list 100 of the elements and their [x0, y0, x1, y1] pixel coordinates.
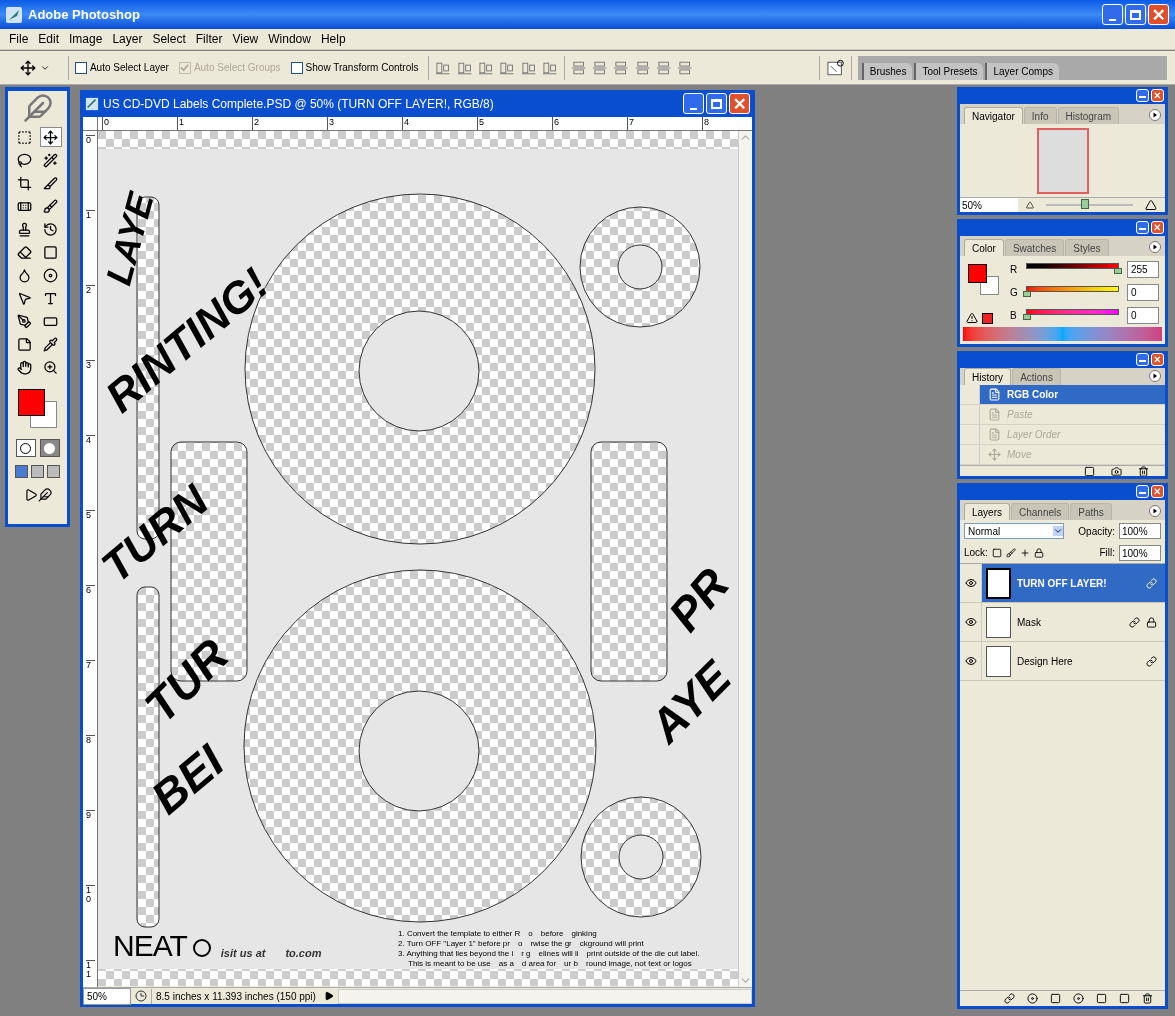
distribute-icon[interactable]: [677, 59, 693, 76]
visibility-eye-icon[interactable]: [964, 616, 977, 628]
move-tool-button[interactable]: [39, 127, 62, 147]
horizontal-scrollbar[interactable]: [337, 988, 752, 1004]
opacity-field[interactable]: 100%: [1119, 523, 1161, 539]
menu-item[interactable]: View: [227, 30, 264, 48]
instruction-text: ginking: [571, 929, 597, 939]
panel-tab[interactable]: Layers: [964, 503, 1010, 520]
panel-tab[interactable]: History: [964, 368, 1012, 385]
neato-logo: NEAT: [113, 931, 187, 961]
fill-field[interactable]: 100%: [1119, 544, 1161, 561]
zoom-slider-thumb[interactable]: [1081, 199, 1090, 209]
ruler-number: 8: [86, 735, 95, 745]
minimize-button[interactable]: [1102, 4, 1123, 25]
layer-row[interactable]: Design Here: [982, 642, 1165, 680]
color-swatches-icon[interactable]: [15, 387, 60, 431]
panel-tab[interactable]: Histogram: [1057, 107, 1120, 124]
menu-item[interactable]: Layer: [107, 30, 148, 48]
snapshot-icon[interactable]: [1111, 466, 1122, 476]
close-button[interactable]: [1151, 89, 1164, 102]
color-ramp[interactable]: [963, 327, 1162, 341]
close-button[interactable]: [1151, 221, 1164, 234]
zoom-in-icon[interactable]: [1145, 199, 1157, 211]
minimize-button[interactable]: [1136, 353, 1149, 366]
clone-stamp-icon: [17, 221, 32, 237]
lock-pixels-icon[interactable]: [1005, 547, 1016, 558]
visibility-eye-icon[interactable]: [964, 655, 977, 667]
lock-all-icon[interactable]: [1033, 547, 1044, 558]
status-menu-icon[interactable]: [323, 991, 334, 1001]
zoom-out-icon[interactable]: [1026, 201, 1034, 209]
layer-row[interactable]: TURN OFF LAYER!: [982, 564, 1165, 602]
minimize-button[interactable]: [683, 93, 704, 114]
distribute-icon[interactable]: [613, 59, 629, 76]
quick-mask-button[interactable]: [39, 439, 60, 457]
screen-mode-button[interactable]: [47, 465, 60, 478]
instruction-text: elines will li: [538, 949, 579, 959]
slider-thumb[interactable]: [1114, 267, 1122, 274]
distribute-icon[interactable]: [570, 59, 586, 76]
visibility-eye-icon[interactable]: [964, 577, 977, 589]
slider-thumb[interactable]: [1023, 313, 1031, 320]
panel-tab[interactable]: Color: [964, 239, 1004, 256]
close-button[interactable]: [1151, 353, 1164, 366]
navigator-zoom-field[interactable]: 50%: [960, 197, 1018, 212]
menu-item[interactable]: Select: [147, 30, 191, 48]
file-browser-icon[interactable]: [825, 57, 845, 78]
menu-item[interactable]: Edit: [33, 30, 65, 48]
close-button[interactable]: [1148, 4, 1169, 25]
trash-icon[interactable]: [1138, 466, 1149, 476]
panel-tab[interactable]: Actions: [1012, 368, 1061, 385]
panel-menu-icon[interactable]: [1149, 370, 1161, 382]
panel-tab[interactable]: Swatches: [1004, 239, 1065, 256]
palette-well-tab[interactable]: Brushes: [861, 62, 913, 80]
distribute-icon[interactable]: [591, 59, 608, 76]
maximize-button[interactable]: [706, 93, 727, 114]
close-button[interactable]: [1151, 485, 1164, 498]
panel-tab[interactable]: Info: [1023, 107, 1057, 124]
standard-mode-button[interactable]: [15, 439, 36, 457]
panel-tab[interactable]: Styles: [1065, 239, 1109, 256]
zoom-field[interactable]: 50%: [83, 987, 131, 1005]
layer-row[interactable]: Mask: [982, 603, 1165, 641]
distribute-icon[interactable]: [655, 59, 672, 76]
palette-well-tab[interactable]: Layer Comps: [985, 62, 1059, 80]
palette-well-tab[interactable]: Tool Presets: [914, 62, 984, 80]
checkbox[interactable]: [290, 61, 303, 74]
menu-item[interactable]: Window: [263, 30, 316, 48]
blend-mode-dropdown[interactable]: Normal: [964, 523, 1064, 539]
panel-tab[interactable]: Navigator: [964, 107, 1023, 124]
panel-tab[interactable]: Paths: [1070, 503, 1112, 520]
maximize-button[interactable]: [1125, 4, 1146, 25]
trash-icon[interactable]: [1142, 993, 1153, 1004]
close-button[interactable]: [729, 93, 750, 114]
ruler-number: 2: [86, 285, 95, 295]
path-selection-icon: [17, 290, 32, 306]
menu-item[interactable]: File: [4, 30, 34, 48]
minimize-button[interactable]: [1136, 89, 1149, 102]
panel-menu-icon[interactable]: [1149, 241, 1161, 253]
minimize-button[interactable]: [1136, 485, 1149, 498]
channel-value-field[interactable]: 0: [1127, 284, 1159, 301]
panel-tab[interactable]: Channels: [1011, 503, 1070, 520]
screen-mode-button[interactable]: [31, 465, 44, 478]
link-layers-icon[interactable]: [1004, 993, 1015, 1004]
channel-label: R: [1010, 263, 1018, 277]
channel-value-field[interactable]: 0: [1127, 307, 1159, 324]
menu-item[interactable]: Help: [315, 30, 351, 48]
menu-item[interactable]: Image: [64, 30, 108, 48]
instruction-text: rwise the gr: [530, 939, 572, 949]
slider-thumb[interactable]: [1023, 290, 1031, 297]
distribute-icon[interactable]: [634, 59, 650, 76]
checkbox[interactable]: [74, 61, 87, 74]
minimize-button[interactable]: [1136, 221, 1149, 234]
pen-icon: [17, 313, 32, 329]
history-state[interactable]: RGB Color: [980, 385, 1165, 404]
channel-value-field[interactable]: 255: [1127, 261, 1159, 278]
panel-menu-icon[interactable]: [1149, 109, 1161, 121]
close-icon: [1152, 8, 1165, 21]
menu-item[interactable]: Filter: [190, 30, 228, 48]
lock-position-icon[interactable]: [1019, 547, 1030, 558]
panel-menu-icon[interactable]: [1149, 505, 1161, 517]
gamut-swatch[interactable]: [982, 313, 993, 324]
color-swatches-icon[interactable]: [968, 264, 1000, 296]
